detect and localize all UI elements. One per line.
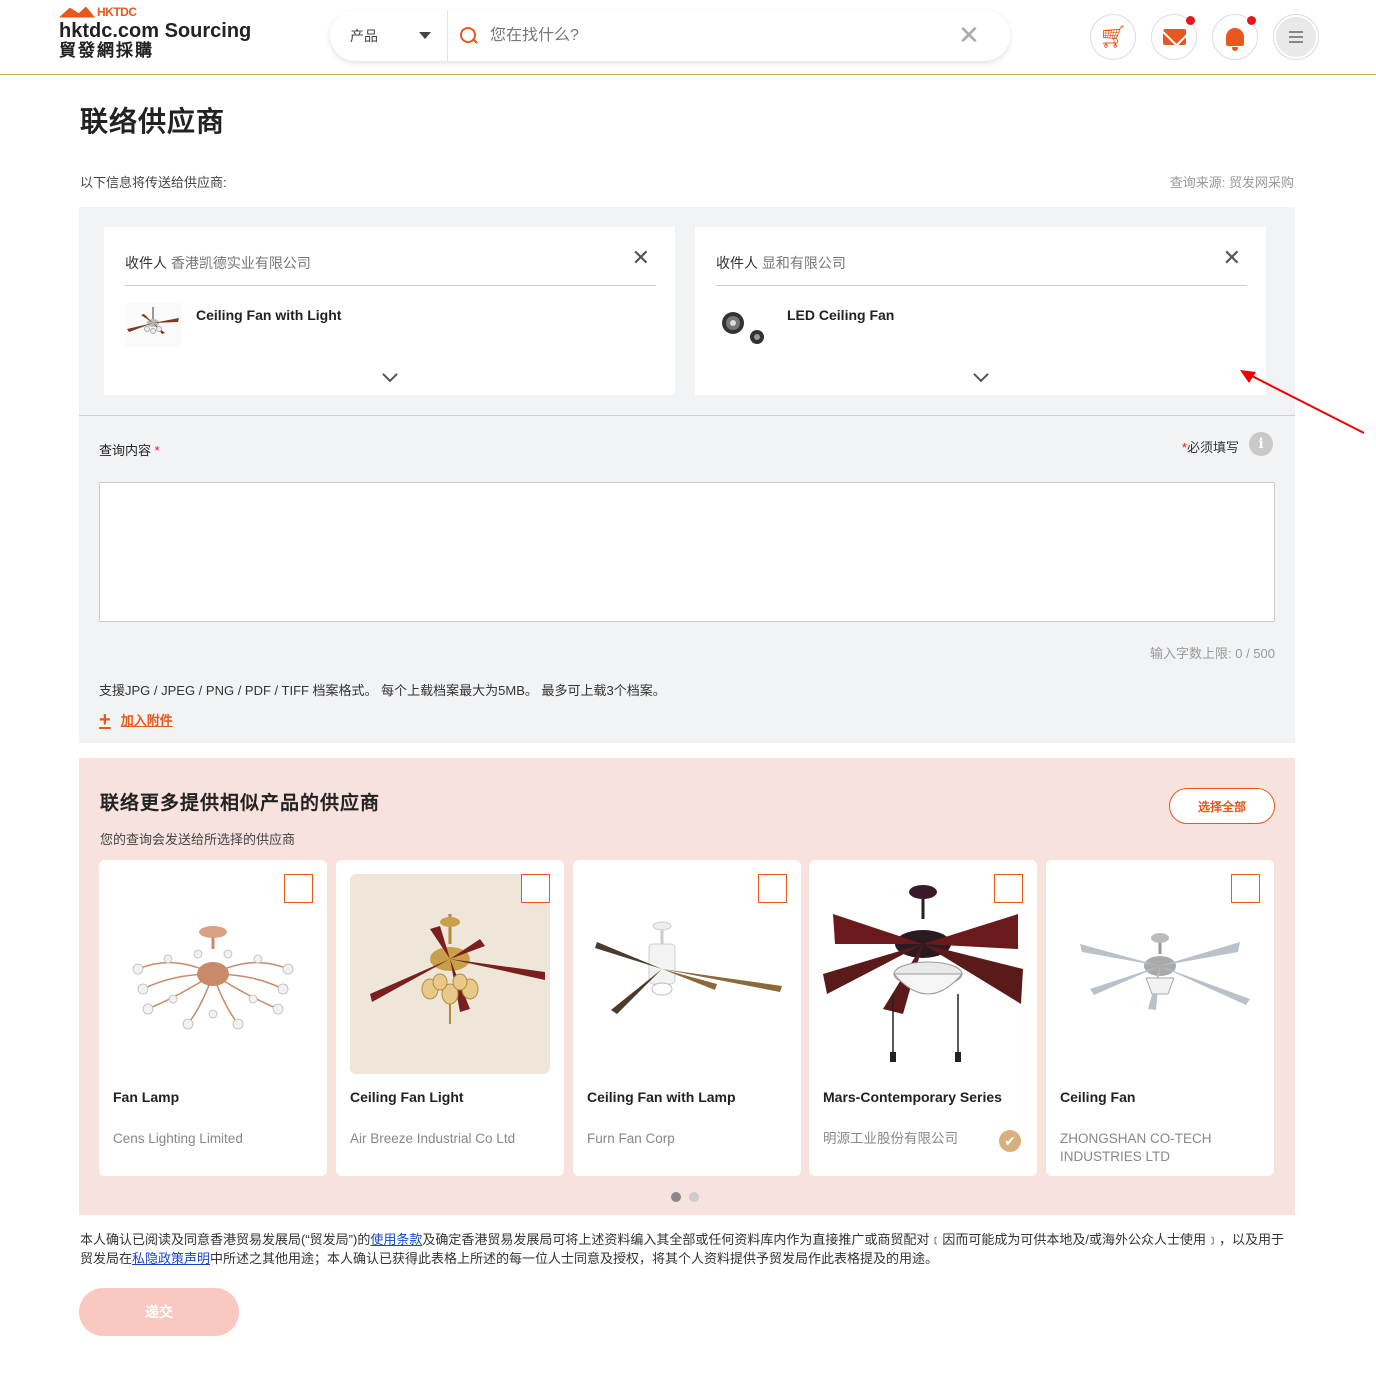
product-card[interactable]: Ceiling Fan with Lamp Furn Fan Corp [573,860,801,1176]
logo-text-en: hktdc.com Sourcing [59,20,252,42]
recipient-product-name[interactable]: LED Ceiling Fan [787,307,894,323]
messages-button[interactable] [1151,14,1197,60]
add-attachment-link[interactable]: + 加入附件 [99,708,173,731]
bell-icon [1226,28,1244,51]
notifications-button[interactable] [1212,14,1258,60]
similar-suppliers-section: 联络更多提供相似产品的供应商 您的查询会发送给所选择的供应商 选择全部 Fan … [79,758,1295,1215]
verified-badge-icon: ✔ [999,1130,1021,1152]
notification-dot [1247,16,1256,25]
product-thumbnail [716,303,772,347]
supplier-name: 明源工业股份有限公司 [823,1131,958,1146]
product-image [113,874,313,1074]
notification-dot [1186,16,1195,25]
plus-icon: + [99,708,111,731]
carousel-dot[interactable] [689,1192,699,1202]
menu-button[interactable] [1273,14,1319,60]
remove-recipient-icon[interactable]: ✕ [632,245,650,271]
file-format-note: 支援JPG / JPEG / PNG / PDF / TIFF 档案格式。 每个… [99,683,666,698]
info-label: 以下信息将传送给供应商: [80,175,227,190]
divider [79,415,1295,416]
page-title: 联络供应商 [80,106,226,137]
search-bar: 产品 ✕ [330,10,1010,61]
recipient-company: 显和有限公司 [761,255,846,271]
section-title: 联络更多提供相似产品的供应商 [100,793,381,814]
char-count: 输入字数上限: 0 / 500 [1150,646,1275,661]
caret-down-icon [419,32,431,39]
terms-of-use-link[interactable]: 使用条款 [370,1232,422,1247]
product-image [587,874,787,1074]
logo-text-zh: 貿發網採購 [59,41,154,60]
supplier-name: ZHONGSHAN CO-TECH INDUSTRIES LTD [1060,1131,1212,1164]
recipient-product-name[interactable]: Ceiling Fan with Light [196,307,341,323]
recipient-card: 收件人 香港凯德实业有限公司 ✕ Ceiling Fan with Light [104,227,675,395]
product-thumbnail [125,303,181,347]
chevron-down-icon[interactable] [972,366,989,383]
select-checkbox[interactable] [1231,874,1260,903]
product-image [1060,874,1260,1074]
product-image [823,874,1023,1074]
select-checkbox[interactable] [994,874,1023,903]
hamburger-menu-icon [1276,17,1316,57]
carousel-dot[interactable] [671,1192,681,1202]
product-card[interactable]: Ceiling Fan Light Air Breeze Industrial … [336,860,564,1176]
product-image [350,874,550,1074]
hktdc-mark-icon [59,6,95,18]
inquiry-content-label: 查询内容 * [99,443,160,458]
product-card[interactable]: Fan Lamp Cens Lighting Limited [99,860,327,1176]
hktdc-logo[interactable]: HKTDC hktdc.com Sourcing 貿發網採購 [59,5,251,61]
carousel-pagination [671,1192,699,1202]
clear-search-icon[interactable]: ✕ [958,20,980,51]
divider [125,285,656,286]
product-name: Fan Lamp [113,1089,180,1105]
inquiry-panel: 收件人 香港凯德实业有限公司 ✕ Ceiling Fan with Light … [79,207,1295,743]
annotation-arrow-icon [1240,370,1365,434]
supplier-name: Furn Fan Corp [587,1131,675,1146]
required-note: *必须填写 [1181,440,1239,455]
chevron-down-icon[interactable] [381,366,398,383]
top-header: HKTDC hktdc.com Sourcing 貿發網採購 产品 ✕ 🛒︎ [0,0,1376,75]
select-checkbox[interactable] [521,874,550,903]
search-input[interactable] [490,26,950,45]
product-name: Ceiling Fan Light [350,1089,464,1105]
select-checkbox[interactable] [284,874,313,903]
search-icon [460,26,478,45]
privacy-policy-link[interactable]: 私隐政策声明 [132,1251,210,1266]
product-name: Ceiling Fan [1060,1089,1136,1105]
cart-button[interactable]: 🛒︎ [1090,14,1136,60]
recipient-card: 收件人 显和有限公司 ✕ LED Ceiling Fan [695,227,1266,395]
mail-icon [1162,29,1186,45]
select-checkbox[interactable] [758,874,787,903]
recipient-company: 香港凯德实业有限公司 [170,255,311,271]
cart-icon: 🛒︎ [1099,24,1127,49]
select-all-button[interactable]: 选择全部 [1169,788,1275,824]
product-card[interactable]: Ceiling Fan ZHONGSHAN CO-TECH INDUSTRIES… [1046,860,1274,1176]
submit-button[interactable]: 递交 [79,1288,239,1336]
search-category-dropdown[interactable]: 产品 [330,10,448,61]
divider [716,285,1247,286]
inquiry-source: 查询来源: 贸发网采购 [1169,175,1294,190]
remove-recipient-icon[interactable]: ✕ [1223,245,1241,271]
supplier-name: Air Breeze Industrial Co Ltd [350,1131,516,1146]
supplier-name: Cens Lighting Limited [113,1131,243,1146]
product-card[interactable]: Mars-Contemporary Series 明源工业股份有限公司 ✔ [809,860,1037,1176]
product-name: Mars-Contemporary Series [823,1089,1002,1105]
inquiry-textarea[interactable] [99,482,1275,622]
consent-text: 本人确认已阅读及同意香港贸易发展局(“贸发局”)的使用条款及确定香港贸易发展局可… [80,1232,1284,1266]
product-name: Ceiling Fan with Lamp [587,1089,736,1105]
section-subtitle: 您的查询会发送给所选择的供应商 [100,832,296,847]
